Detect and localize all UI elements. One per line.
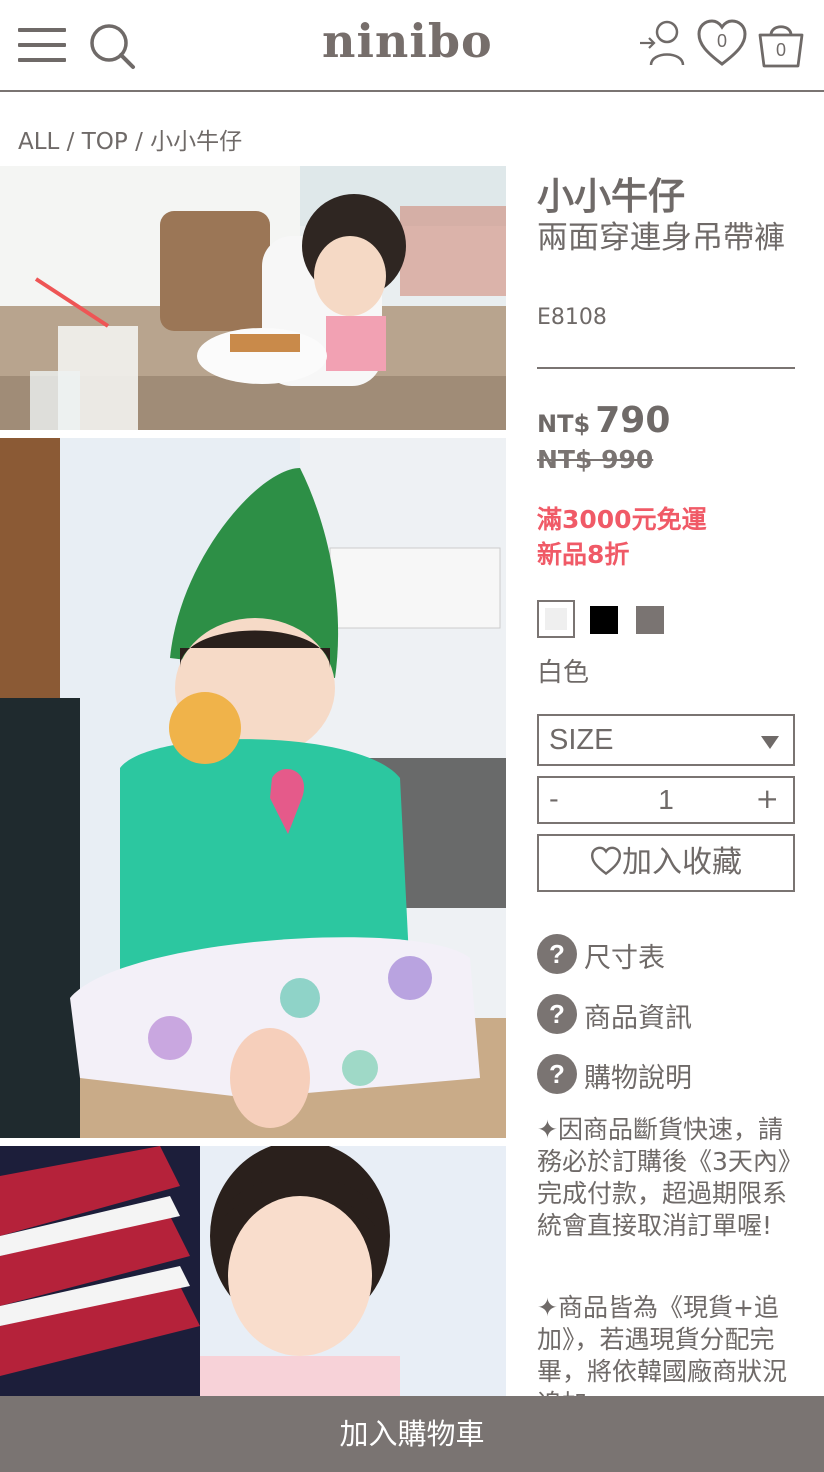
original-price: NT$ 990 [537, 445, 654, 474]
wishlist-link[interactable]: 0 [696, 18, 748, 68]
add-to-cart-label: 加入購物車 [339, 1417, 485, 1451]
breadcrumb-separator: / [127, 129, 151, 155]
product-code: E8108 [537, 305, 607, 330]
size-chart-label: 尺寸表 [584, 943, 665, 974]
shopping-guide-label: 購物說明 [584, 1063, 692, 1094]
size-select[interactable]: SIZE [537, 714, 795, 766]
member-login-icon[interactable] [638, 18, 688, 68]
cart-link[interactable]: 0 [756, 18, 806, 70]
menu-icon[interactable] [18, 26, 66, 64]
notice-payment-deadline: ✦因商品斷貨快速，請務必於訂購後《3天內》完成付款，超過期限系統會直接取消訂單喔… [537, 1115, 791, 1240]
quantity-decrease-button[interactable]: - [549, 784, 559, 815]
product-photo-2[interactable] [0, 438, 506, 1138]
breadcrumb-all[interactable]: ALL [18, 129, 59, 155]
search-icon[interactable] [88, 22, 136, 70]
product-photo-3[interactable] [0, 1146, 506, 1396]
add-to-wishlist-button[interactable]: 加入收藏 [537, 834, 795, 892]
color-swatch-black[interactable] [590, 606, 618, 634]
price: NT$ 790 [537, 400, 670, 441]
price-value: 790 [595, 400, 671, 441]
product-info-label: 商品資訊 [584, 1003, 692, 1034]
cart-count: 0 [775, 40, 786, 60]
heart-icon [590, 846, 622, 876]
promo-discount: 新品8折 [537, 540, 630, 569]
site-header: ninibo 0 0 [0, 0, 824, 92]
breadcrumb-separator: / [59, 129, 82, 155]
question-icon: ? [537, 934, 577, 974]
add-to-wishlist-label: 加入收藏 [622, 845, 742, 880]
question-icon: ? [537, 994, 577, 1034]
breadcrumb-current: 小小牛仔 [150, 129, 243, 155]
selected-color-label: 白色 [537, 658, 590, 688]
breadcrumb-top[interactable]: TOP [82, 129, 128, 155]
quantity-increase-button[interactable]: + [756, 782, 779, 815]
site-logo[interactable]: ninibo [322, 14, 493, 68]
product-subtitle: 兩面穿連身吊帶褲 [537, 220, 785, 256]
add-to-cart-button[interactable]: 加入購物車 [0, 1396, 824, 1472]
promo-free-shipping: 滿3000元免運 [537, 505, 707, 534]
quantity-stepper: 1 - + [537, 776, 795, 824]
product-photo-1[interactable] [0, 166, 506, 430]
divider [537, 367, 795, 369]
wishlist-count: 0 [716, 31, 727, 51]
color-swatch-gray[interactable] [636, 606, 664, 634]
product-name: 小小牛仔 [537, 175, 685, 218]
size-select-value: SIZE [549, 724, 614, 756]
price-currency: NT$ [537, 410, 591, 438]
question-icon: ? [537, 1054, 577, 1094]
color-swatch-white[interactable] [537, 600, 575, 638]
dropdown-arrow-icon [761, 736, 779, 749]
breadcrumb: ALL / TOP / 小小牛仔 [18, 122, 242, 156]
